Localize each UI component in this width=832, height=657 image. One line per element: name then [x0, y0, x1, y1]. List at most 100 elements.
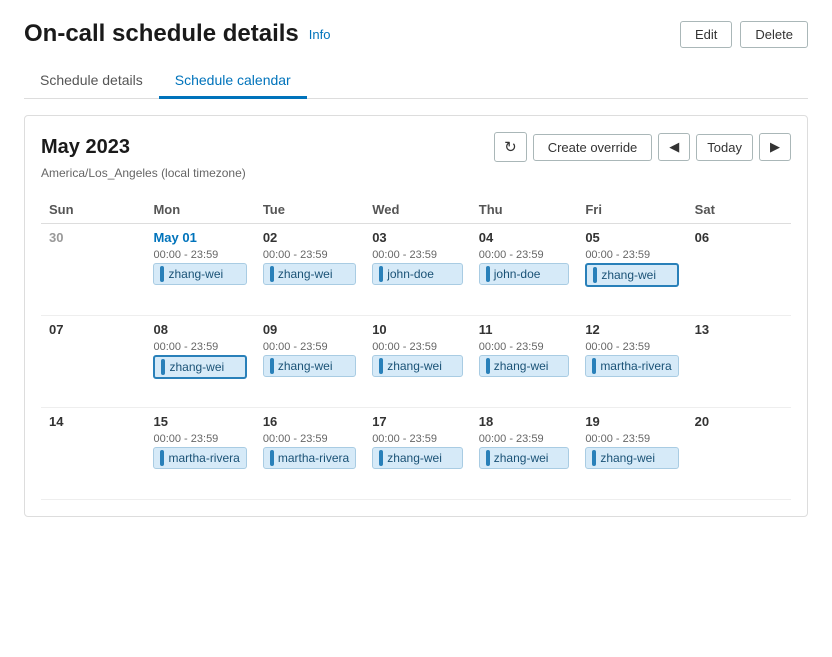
calendar-cell-w1d2: 09 00:00 - 23:59 zhang-wei: [255, 316, 364, 408]
cell-content-w0d3: 00:00 - 23:59 john-doe: [372, 249, 463, 309]
block-user-w2d4e0: zhang-wei: [494, 451, 549, 465]
day-number-w2d4: 18: [479, 414, 570, 429]
page-title: On-call schedule details: [24, 20, 299, 48]
schedule-block-w1d1e0[interactable]: zhang-wei: [153, 355, 246, 379]
calendar-cell-w1d1: 08 00:00 - 23:59 zhang-wei: [145, 316, 254, 408]
calendar-month-label: May 2023: [41, 136, 130, 159]
today-button[interactable]: Today: [696, 134, 753, 161]
schedule-block-w0d4e0[interactable]: john-doe: [479, 263, 570, 285]
info-badge[interactable]: Info: [309, 27, 331, 42]
block-user-w0d2e0: zhang-wei: [278, 267, 333, 281]
cell-content-w2d2: 00:00 - 23:59 martha-rivera: [263, 433, 356, 493]
col-header-sat: Sat: [687, 196, 791, 224]
event-time-w2d5e0: 00:00 - 23:59: [585, 433, 678, 445]
empty-day-w1d6: [695, 341, 783, 401]
calendar-container: May 2023 ↻ Create override ◀ Today ▶ Ame…: [24, 115, 808, 517]
col-header-tue: Tue: [255, 196, 364, 224]
block-stripe-icon: [270, 450, 274, 466]
schedule-block-w0d3e0[interactable]: john-doe: [372, 263, 463, 285]
block-stripe-icon: [161, 359, 165, 375]
block-stripe-icon: [270, 266, 274, 282]
calendar-controls: ↻ Create override ◀ Today ▶: [494, 132, 791, 162]
day-number-w0d0: 30: [49, 230, 137, 245]
block-user-w2d2e0: martha-rivera: [278, 451, 349, 465]
cell-content-w0d1: 00:00 - 23:59zhang-wei: [153, 249, 246, 309]
block-user-w1d1e0: zhang-wei: [169, 360, 224, 374]
block-user-w0d5e0: zhang-wei: [601, 268, 656, 282]
day-number-w1d6: 13: [695, 322, 783, 337]
event-time-w0d2e0: 00:00 - 23:59: [263, 249, 356, 261]
header-left: On-call schedule details Info: [24, 20, 330, 48]
cell-content-w0d6: [695, 249, 783, 309]
schedule-block-w1d4e0[interactable]: zhang-wei: [479, 355, 570, 377]
empty-day-w2d6: [695, 433, 783, 493]
calendar-week-2: 141500:00 - 23:59martha-rivera1600:00 - …: [41, 408, 791, 500]
block-stripe-icon: [379, 450, 383, 466]
empty-day-w1d0: [49, 341, 137, 401]
day-number-w1d2: 09: [263, 322, 356, 337]
block-stripe-icon: [486, 266, 490, 282]
tab-schedule-details[interactable]: Schedule details: [24, 64, 159, 99]
calendar-cell-w2d2: 1600:00 - 23:59martha-rivera: [255, 408, 364, 500]
schedule-block-w0d2e0[interactable]: zhang-wei: [263, 263, 356, 285]
calendar-week-0: 30May 0100:00 - 23:59zhang-wei0200:00 - …: [41, 224, 791, 316]
prev-month-button[interactable]: ◀: [658, 133, 690, 161]
refresh-icon: ↻: [504, 139, 517, 156]
cell-content-w1d0: [49, 341, 137, 401]
event-time-w1d2e0: 00:00 - 23:59: [263, 341, 356, 353]
cell-content-w1d3: 00:00 - 23:59zhang-wei: [372, 341, 463, 401]
schedule-block-w0d5e0[interactable]: zhang-wei: [585, 263, 678, 287]
calendar-cell-w1d4: 11 00:00 - 23:59 zhang-wei: [471, 316, 578, 408]
cell-content-w2d3: 00:00 - 23:59zhang-wei: [372, 433, 463, 493]
next-month-button[interactable]: ▶: [759, 133, 791, 161]
empty-day-w2d0: [49, 433, 137, 493]
day-number-w2d6: 20: [695, 414, 783, 429]
block-user-w2d5e0: zhang-wei: [600, 451, 655, 465]
calendar-cell-w2d6: 20: [687, 408, 791, 500]
schedule-block-w2d1e0[interactable]: martha-rivera: [153, 447, 246, 469]
day-number-w0d2: 02: [263, 230, 356, 245]
event-time-w0d3e0: 00:00 - 23:59: [372, 249, 463, 261]
schedule-block-w2d4e0[interactable]: zhang-wei: [479, 447, 570, 469]
day-number-w0d4: 04: [479, 230, 570, 245]
cell-content-w1d2: 00:00 - 23:59 zhang-wei: [263, 341, 356, 401]
create-override-button[interactable]: Create override: [533, 134, 653, 161]
cell-content-w1d5: 00:00 - 23:59 martha-rivera: [585, 341, 678, 401]
refresh-button[interactable]: ↻: [494, 132, 527, 162]
calendar-cell-w2d3: 1700:00 - 23:59zhang-wei: [364, 408, 471, 500]
tab-schedule-calendar[interactable]: Schedule calendar: [159, 64, 307, 99]
calendar-cell-w1d6: 13: [687, 316, 791, 408]
day-number-w1d0: 07: [49, 322, 137, 337]
event-time-w1d4e0: 00:00 - 23:59: [479, 341, 570, 353]
cell-content-w1d1: 00:00 - 23:59 zhang-wei: [153, 341, 246, 401]
col-header-fri: Fri: [577, 196, 686, 224]
event-time-w1d5e0: 00:00 - 23:59: [585, 341, 678, 353]
calendar-cell-w0d0: 30: [41, 224, 145, 316]
calendar-cell-w0d2: 02 00:00 - 23:59 zhang-wei: [255, 224, 364, 316]
day-number-w1d4: 11: [479, 322, 570, 337]
schedule-block-w2d2e0[interactable]: martha-rivera: [263, 447, 356, 469]
block-stripe-icon: [160, 450, 164, 466]
schedule-block-w1d2e0[interactable]: zhang-wei: [263, 355, 356, 377]
header-buttons: Edit Delete: [680, 21, 808, 48]
calendar-title-group: May 2023: [41, 136, 130, 159]
day-number-w0d1: May 01: [153, 230, 246, 245]
schedule-block-w2d5e0[interactable]: zhang-wei: [585, 447, 678, 469]
calendar-cell-w1d0: 07: [41, 316, 145, 408]
schedule-block-w1d3e0[interactable]: zhang-wei: [372, 355, 463, 377]
event-time-w1d1e0: 00:00 - 23:59: [153, 341, 246, 353]
block-user-w2d1e0: martha-rivera: [168, 451, 239, 465]
block-user-w2d3e0: zhang-wei: [387, 451, 442, 465]
calendar-cell-w1d3: 1000:00 - 23:59zhang-wei: [364, 316, 471, 408]
delete-button[interactable]: Delete: [740, 21, 808, 48]
cell-content-w0d5: 00:00 - 23:59zhang-wei: [585, 249, 678, 309]
schedule-block-w1d5e0[interactable]: martha-rivera: [585, 355, 678, 377]
edit-button[interactable]: Edit: [680, 21, 732, 48]
day-number-w2d0: 14: [49, 414, 137, 429]
block-stripe-icon: [379, 358, 383, 374]
schedule-block-w2d3e0[interactable]: zhang-wei: [372, 447, 463, 469]
day-number-w1d1: 08: [153, 322, 246, 337]
event-time-w2d2e0: 00:00 - 23:59: [263, 433, 356, 445]
schedule-block-w0d1e0[interactable]: zhang-wei: [153, 263, 246, 285]
cell-content-w0d4: 00:00 - 23:59john-doe: [479, 249, 570, 309]
